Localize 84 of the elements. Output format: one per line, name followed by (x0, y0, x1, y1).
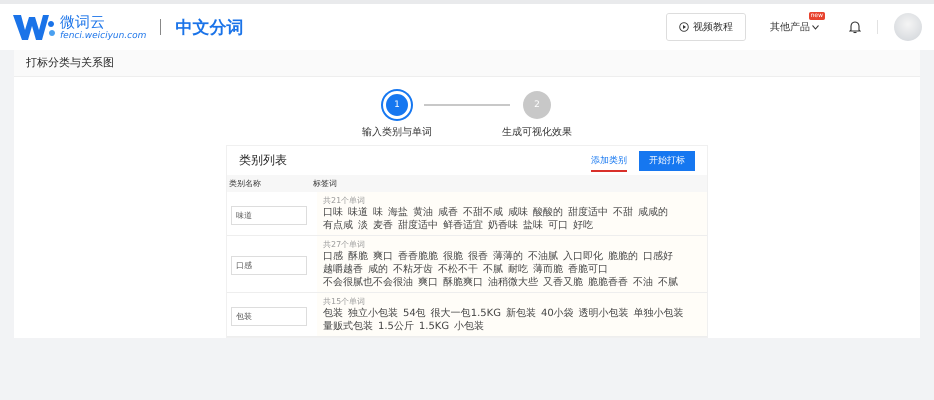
tag-word: 酥脆爽口 (443, 276, 483, 289)
tag-word: 1.5公斤 (378, 320, 414, 333)
category-name-field[interactable]: 味道 (231, 206, 307, 224)
tag-word: 淡 (358, 219, 368, 232)
video-tutorial-button[interactable]: 视频教程 (666, 13, 746, 41)
tag-word: 好吃 (573, 219, 593, 232)
start-tagging-button[interactable]: 开始打标 (639, 150, 695, 170)
tag-word: 酥脆 (348, 250, 368, 263)
tag-word: 脆脆的 (608, 250, 638, 263)
logo-icon (12, 12, 56, 42)
logo-name: 微词云 (60, 14, 106, 30)
tag-word: 薄而脆 (533, 263, 563, 276)
tag-word: 耐吃 (508, 263, 528, 276)
tag-word: 不油 (633, 276, 653, 289)
word-count: 共21个单词 (323, 195, 366, 206)
tag-word: 盐味 (523, 219, 543, 232)
tag-word: 麦香 (373, 219, 393, 232)
word-count: 共27个单词 (323, 239, 366, 250)
tag-word: 油稍微大些 (488, 276, 538, 289)
product-title: 中文分词 (175, 16, 244, 38)
tag-word: 量贩式包装 (323, 320, 373, 333)
tag-word: 口味 (323, 206, 343, 219)
tag-word: 不腻 (658, 276, 678, 289)
tag-word: 爽口 (418, 276, 438, 289)
tag-word: 可口 (548, 219, 568, 232)
tag-word: 入口即化 (563, 250, 603, 263)
tag-word: 小包装 (454, 320, 484, 333)
page-title: 打标分类与关系图 (14, 50, 920, 77)
step-number: 1 (383, 91, 411, 119)
tag-word: 很脆 (443, 250, 463, 263)
tag-word: 不甜 (613, 206, 633, 219)
tag-word: 很大一包1.5KG (430, 307, 501, 320)
tag-word: 味 (373, 206, 383, 219)
tag-word: 薄薄的 (493, 250, 523, 263)
column-header: 类别名称 (229, 178, 262, 189)
tag-word: 不甜不咸 (463, 206, 503, 219)
tag-word: 口感 (323, 250, 343, 263)
tag-word: 不松不干 (438, 263, 478, 276)
tag-word: 甜度适中 (398, 219, 438, 232)
tag-word: 独立小包装 (348, 307, 398, 320)
tag-word: 不腻 (483, 263, 503, 276)
tag-word: 不会很腻也不会很油 (323, 276, 413, 289)
tag-word: 咸香 (438, 206, 458, 219)
column-header: 标签词 (313, 178, 337, 189)
logo-domain: fenci.weiciyun.com (60, 30, 146, 40)
tag-word: 鲜香适宜 (443, 219, 483, 232)
tag-word: 不油腻 (528, 250, 558, 263)
other-products-menu[interactable]: 其他产品 (770, 20, 819, 34)
tag-word: 酸酸的 (533, 206, 563, 219)
tag-word: 甜度适中 (568, 206, 608, 219)
tag-word: 爽口 (373, 250, 393, 263)
tag-word: 香脆可口 (568, 263, 608, 276)
play-icon (679, 22, 689, 32)
category-name-field[interactable]: 包装 (231, 306, 307, 326)
tag-word: 越嚼越香 (323, 263, 363, 276)
step-label: 生成可视化效果 (502, 126, 572, 139)
tag-word: 很香 (468, 250, 488, 263)
tag-word: 味道 (348, 206, 368, 219)
tag-word: 有点咸 (323, 219, 353, 232)
tag-word: 40小袋 (540, 307, 574, 320)
tag-word: 口感好 (643, 250, 673, 263)
tag-word: 海盐 (388, 206, 408, 219)
tag-word: 包装 (323, 307, 343, 320)
tag-word: 1.5KG (418, 320, 450, 333)
tag-word: 黄油 (413, 206, 433, 219)
chevron-icon (812, 24, 819, 30)
tag-word: 不粘牙齿 (393, 263, 433, 276)
tag-word: 单独小包装 (634, 307, 684, 320)
tag-word: 奶香味 (488, 219, 518, 232)
step-label: 输入类别与单词 (362, 126, 432, 139)
tag-word: 咸咸的 (638, 206, 668, 219)
tag-word: 脆脆香香 (588, 276, 628, 289)
panel-title: 类别列表 (239, 152, 288, 169)
bell-icon[interactable] (849, 20, 861, 34)
category-name-field[interactable]: 口感 (231, 256, 307, 275)
word-count: 共15个单词 (323, 296, 366, 307)
tag-word: 咸的 (368, 263, 388, 276)
tag-word: 新包装 (506, 307, 536, 320)
tag-word: 香香脆脆 (398, 250, 438, 263)
tag-word: 54包 (403, 307, 426, 320)
tag-word: 透明小包装 (578, 307, 629, 320)
tag-word: 又香又脆 (543, 276, 583, 289)
tag-word: 咸味 (508, 206, 528, 219)
add-category-link[interactable]: 添加类别 (591, 154, 627, 172)
